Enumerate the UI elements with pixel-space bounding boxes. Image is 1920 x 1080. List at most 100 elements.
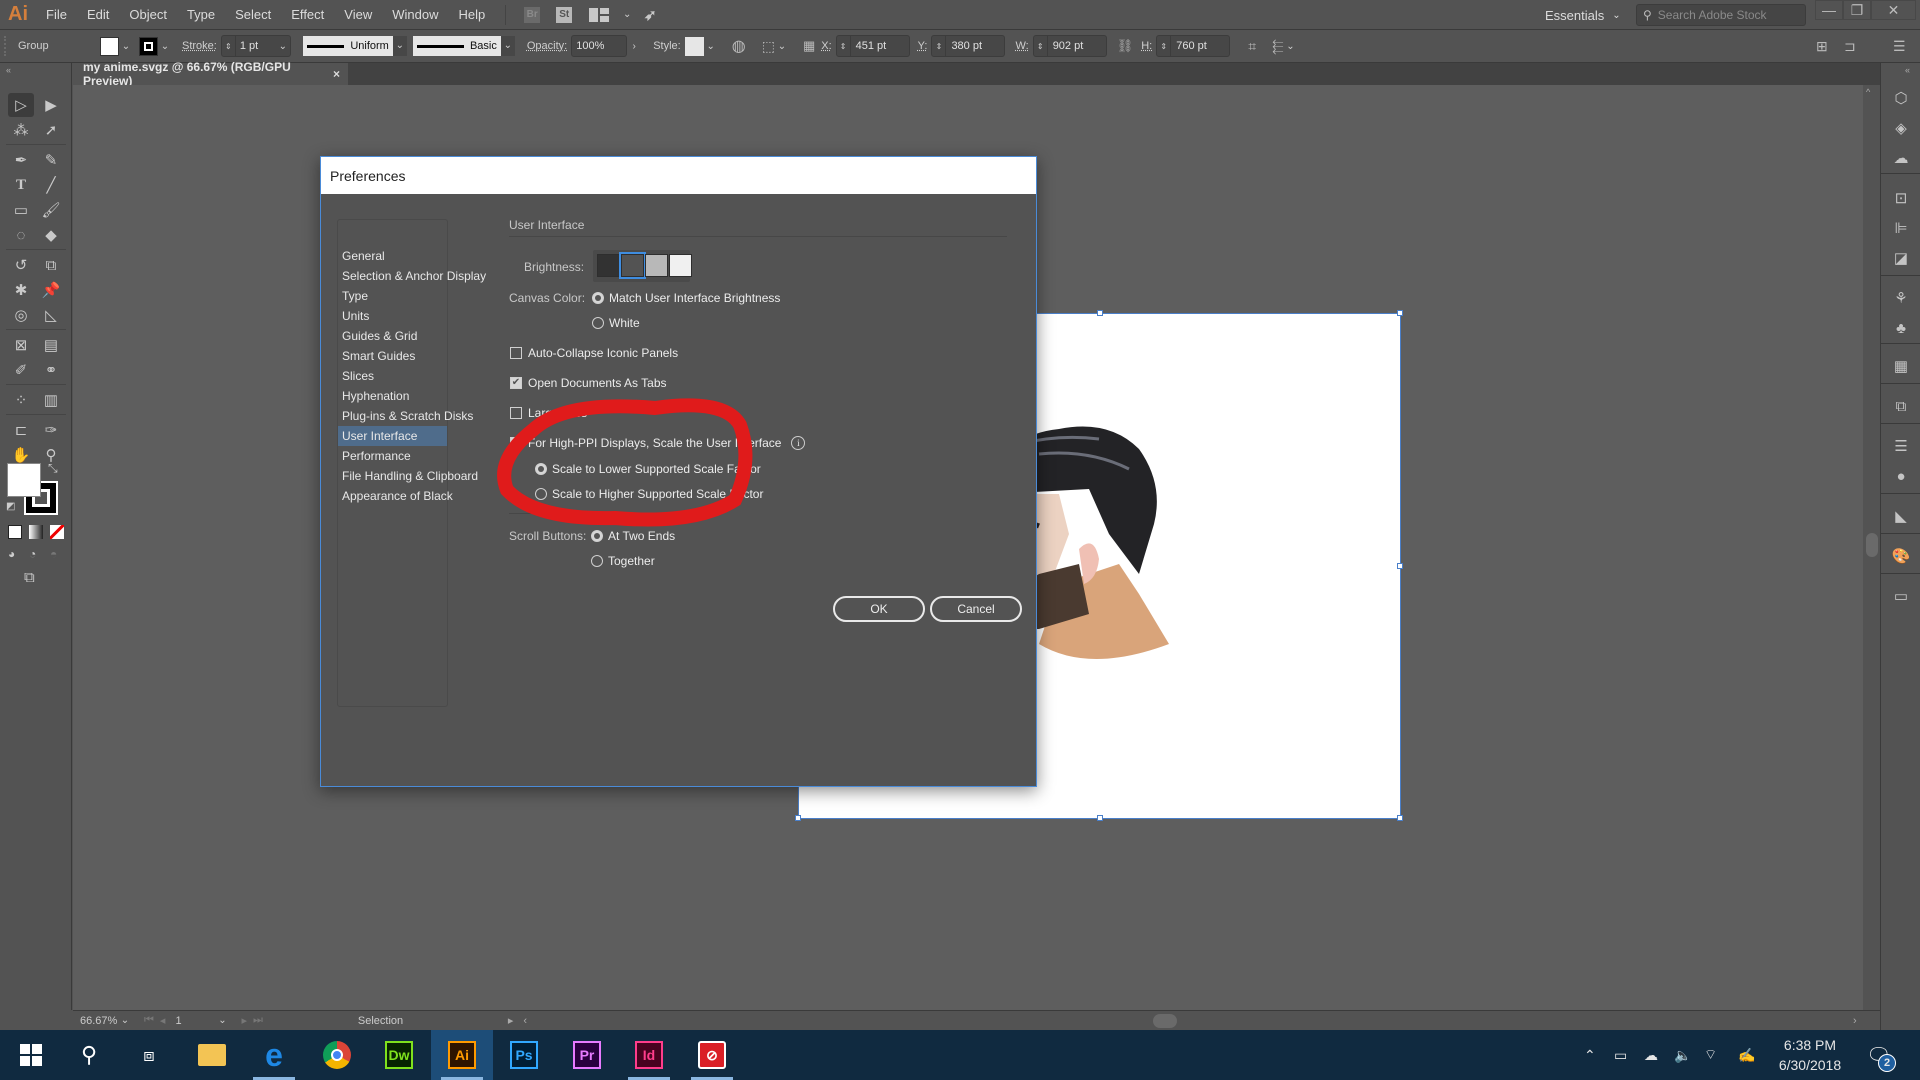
scale-lower-radio[interactable]: Scale to Lower Supported Scale Factor — [535, 462, 761, 476]
magic-wand-tool-icon[interactable]: ⁂ — [8, 118, 34, 142]
pin-tool-icon[interactable]: 📌 — [38, 278, 64, 302]
taskbar-app-dreamweaver[interactable]: Dw — [368, 1030, 430, 1080]
auto-collapse-checkbox[interactable]: Auto-Collapse Iconic Panels — [510, 346, 678, 360]
stroke-panel-icon[interactable]: ☰ — [1889, 435, 1913, 457]
direct-selection-tool-icon[interactable]: ▶ — [38, 93, 64, 117]
artboard-tool-icon[interactable]: ⊏ — [8, 418, 34, 442]
chevron-down-icon[interactable]: ⌄ — [620, 9, 634, 20]
pen-workspace-icon[interactable]: ✍ — [1738, 1030, 1755, 1080]
rotate-tool-icon[interactable]: ↺ — [8, 253, 34, 277]
brush-definition[interactable]: Basic — [412, 36, 501, 56]
swatches-panel-icon[interactable]: ▦ — [1889, 355, 1913, 377]
collapse-panel-icon[interactable]: « — [6, 65, 11, 75]
vertical-scroll-thumb[interactable] — [1866, 533, 1878, 557]
perspective-grid-tool-icon[interactable]: ◺ — [38, 303, 64, 327]
slice-tool-icon[interactable]: ✑ — [38, 418, 64, 442]
type-tool-icon[interactable]: T — [8, 173, 34, 197]
eraser-tool-icon[interactable]: ◆ — [38, 223, 64, 247]
start-button[interactable] — [0, 1030, 62, 1080]
battery-icon[interactable]: ▭ — [1614, 1030, 1627, 1080]
shaper-tool-icon[interactable]: ◌ — [8, 223, 34, 247]
draw-inside-icon[interactable]: ◓ — [50, 547, 57, 561]
nav-hyphenation[interactable]: Hyphenation — [338, 386, 447, 406]
previous-artboard-icon[interactable]: ◂ — [160, 1014, 166, 1027]
transform-bounds-icon[interactable]: ⌗ — [1248, 38, 1256, 55]
clock[interactable]: 6:38 PM 6/30/2018 — [1770, 1030, 1850, 1080]
menu-select[interactable]: Select — [225, 7, 281, 22]
scale-tool-icon[interactable]: ⧉ — [38, 253, 64, 277]
nav-smart-guides[interactable]: Smart Guides — [338, 346, 447, 366]
info-icon[interactable]: i — [791, 436, 806, 450]
scroll-right-icon[interactable]: › — [1853, 1015, 1857, 1027]
stepper-icon[interactable]: ⇕ — [932, 36, 947, 56]
brushes-panel-icon[interactable]: ⚘ — [1889, 287, 1913, 309]
taskbar-app-illustrator[interactable]: Ai — [431, 1030, 493, 1080]
nav-selection-anchor-display[interactable]: Selection & Anchor Display — [338, 266, 486, 286]
variable-width-profile[interactable]: Uniform — [302, 36, 393, 56]
chevron-down-icon[interactable]: ⌄ — [119, 41, 133, 52]
menu-object[interactable]: Object — [119, 7, 177, 22]
brightness-medium-light[interactable] — [645, 254, 668, 277]
chevron-right-icon[interactable]: › — [627, 41, 641, 52]
stock-icon[interactable]: St — [556, 6, 573, 23]
show-hidden-icons[interactable]: ⌃ — [1584, 1030, 1596, 1080]
scale-higher-radio[interactable]: Scale to Higher Supported Scale Factor — [535, 487, 763, 501]
chevron-down-icon[interactable]: ⌄ — [704, 41, 718, 52]
gradient-mode-icon[interactable] — [29, 525, 43, 539]
x-field[interactable]: ⇕ 451 pt — [835, 35, 910, 57]
nav-type[interactable]: Type — [338, 286, 447, 306]
stepper-icon[interactable]: ⇕ — [837, 36, 851, 56]
taskbar-app-chrome[interactable] — [306, 1030, 368, 1080]
chevron-down-icon[interactable]: ⌄ — [392, 36, 407, 56]
artboards-panel-icon[interactable]: ⧉ — [1889, 395, 1913, 417]
shape-builder-tool-icon[interactable]: ◎ — [8, 303, 34, 327]
creative-cloud-libraries-icon[interactable]: ☁ — [1889, 147, 1913, 169]
selection-tool-icon[interactable]: ▷ — [8, 93, 34, 117]
chevron-down-icon[interactable]: ⌄ — [276, 41, 290, 52]
symbol-sprayer-tool-icon[interactable]: ⁘ — [8, 388, 34, 412]
menu-effect[interactable]: Effect — [281, 7, 334, 22]
document-tab[interactable]: my anime.svgz @ 66.67% (RGB/GPU Preview)… — [73, 60, 348, 88]
chevron-down-icon[interactable]: ⌄ — [215, 1015, 229, 1026]
menu-file[interactable]: File — [36, 7, 77, 22]
bridge-icon[interactable]: Br — [524, 6, 541, 23]
align-panel-icon[interactable]: ⊫ — [1889, 217, 1913, 239]
scroll-at-two-ends-radio[interactable]: At Two Ends — [591, 529, 675, 543]
arrange-documents-icon[interactable] — [588, 7, 612, 23]
minimize-button[interactable]: — — [1815, 0, 1843, 20]
selection-handle[interactable] — [1397, 310, 1403, 316]
taskbar-app-indesign[interactable]: Id — [618, 1030, 680, 1080]
nav-appearance-of-black[interactable]: Appearance of Black — [338, 486, 453, 506]
stock-search-input[interactable]: ⚲ Search Adobe Stock — [1636, 4, 1806, 26]
nav-plugins-scratch-disks[interactable]: Plug-ins & Scratch Disks — [338, 406, 473, 426]
onedrive-icon[interactable]: ☁ — [1644, 1030, 1658, 1080]
reference-point-icon[interactable]: ▦ — [803, 38, 815, 54]
first-artboard-icon[interactable]: ⏮ — [144, 1014, 154, 1027]
libraries-panel-icon[interactable]: ⬡ — [1889, 87, 1913, 109]
close-tab-icon[interactable]: × — [333, 67, 340, 81]
nav-user-interface[interactable]: User Interface — [338, 426, 447, 446]
chevron-down-icon[interactable]: ⌄ — [158, 41, 172, 52]
stroke-weight-field[interactable]: ⇕ 1 pt ⌄ — [220, 35, 291, 57]
vertical-scrollbar[interactable]: ^ — [1863, 85, 1880, 1010]
brightness-dark[interactable] — [597, 254, 620, 277]
transparency-panel-icon[interactable]: ● — [1889, 465, 1913, 487]
opacity-label[interactable]: Opacity: — [527, 40, 567, 52]
layers-panel-icon[interactable]: ◈ — [1889, 117, 1913, 139]
puppet-warp-tool-icon[interactable]: ✱ — [8, 278, 34, 302]
taskbar-app-file-explorer[interactable] — [181, 1030, 243, 1080]
canvas-color-match-radio[interactable]: Match User Interface Brightness — [592, 291, 780, 305]
rectangle-tool-icon[interactable]: ▭ — [8, 198, 34, 222]
brightness-medium-dark[interactable] — [619, 252, 646, 279]
selection-handle[interactable] — [1097, 815, 1103, 821]
horizontal-scroll-thumb[interactable] — [1153, 1014, 1177, 1028]
chevron-down-icon[interactable]: ⌄ — [1283, 41, 1297, 52]
selection-handle[interactable] — [1397, 815, 1403, 821]
chevron-down-icon[interactable]: ⌄ — [118, 1015, 132, 1026]
color-panel-icon[interactable]: 🎨 — [1889, 545, 1913, 567]
transform-panel-icon[interactable]: ⊡ — [1889, 187, 1913, 209]
gpu-performance-rocket-icon[interactable]: ➶ — [642, 7, 658, 24]
taskbar-app-premiere[interactable]: Pr — [556, 1030, 618, 1080]
gradient-panel-icon[interactable]: ▭ — [1889, 585, 1913, 607]
scroll-up-icon[interactable]: ^ — [1866, 87, 1870, 97]
